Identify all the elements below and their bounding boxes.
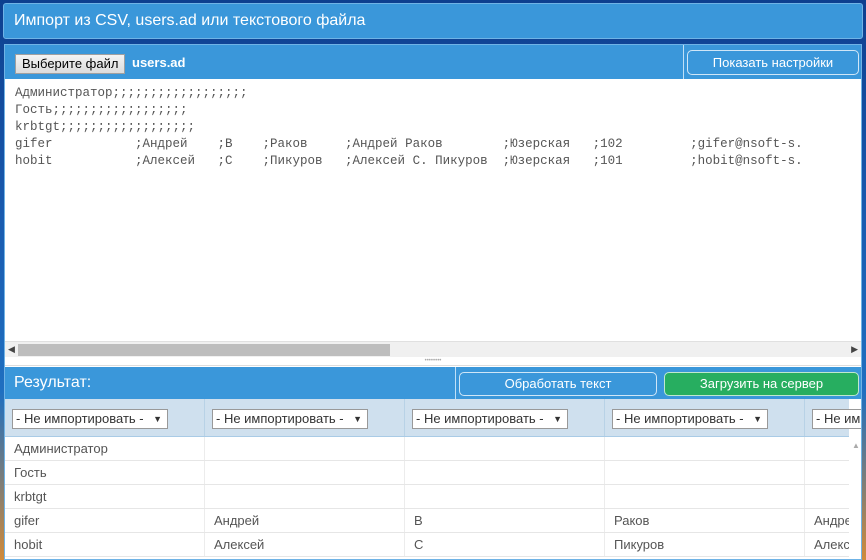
- divider: [455, 367, 456, 399]
- table-cell: [205, 461, 405, 484]
- select-value: - Не импортировать -: [616, 411, 744, 426]
- select-value: - Не импортировать -: [16, 411, 144, 426]
- text-line: gifer ;Андрей ;В ;Раков ;Андрей Раков ;Ю…: [15, 137, 803, 151]
- table-cell: [405, 485, 605, 508]
- table-cell: Администратор: [5, 437, 205, 460]
- result-toolbar: Результат: Обработать текст Загрузить на…: [5, 367, 861, 399]
- column-type-select[interactable]: - Не импортировать - ▼: [612, 409, 768, 429]
- table-row: krbtgt: [5, 485, 849, 509]
- result-label: Результат:: [14, 374, 92, 391]
- table-cell: [605, 485, 805, 508]
- scroll-left-icon[interactable]: ◀: [8, 344, 15, 355]
- table-row: giferАндрейВРаковАндрей Раков: [5, 509, 861, 533]
- choose-file-button[interactable]: Выберите файл: [15, 54, 126, 74]
- table-cell: С: [405, 533, 605, 556]
- dropdown-arrow-icon: ▼: [353, 414, 362, 424]
- table-row: Администратор: [5, 437, 849, 461]
- column-header: - Не импортировать -▼: [805, 399, 861, 436]
- column-header: - Не импортировать - ▼: [5, 399, 205, 436]
- vertical-scrollbar[interactable]: ▲: [849, 437, 861, 559]
- text-line: hobit ;Алексей ;С ;Пикуров ;Алексей С. П…: [15, 154, 803, 168]
- scroll-right-icon[interactable]: ▶: [851, 344, 858, 355]
- source-text-area[interactable]: Администратор;;;;;;;;;;;;;;;;;; Гость;;;;…: [5, 79, 861, 341]
- column-type-select[interactable]: - Не импортировать - ▼: [212, 409, 368, 429]
- table-cell: Раков: [605, 509, 805, 532]
- table-cell: В: [405, 509, 605, 532]
- column-type-select[interactable]: - Не импортировать - ▼: [12, 409, 168, 429]
- text-line: Администратор;;;;;;;;;;;;;;;;;;: [15, 86, 248, 100]
- scroll-up-icon[interactable]: ▲: [852, 441, 860, 450]
- result-table: - Не импортировать - ▼ - Не импортировать …: [5, 399, 861, 557]
- column-mapping-row: - Не импортировать - ▼ - Не импортировать …: [5, 399, 861, 437]
- table-cell: [405, 461, 605, 484]
- table-cell: Гость: [5, 461, 205, 484]
- scrollbar-thumb[interactable]: [18, 344, 390, 356]
- import-panel: Выберите файл users.ad Показать настройк…: [4, 44, 862, 560]
- dropdown-arrow-icon: ▼: [753, 414, 762, 424]
- column-header: - Не импортировать - ▼: [605, 399, 805, 436]
- file-toolbar: Выберите файл users.ad Показать настройк…: [5, 45, 861, 79]
- process-text-button[interactable]: Обработать текст: [459, 372, 657, 396]
- table-cell: gifer: [5, 509, 205, 532]
- file-name: users.ad: [132, 55, 186, 70]
- horizontal-scrollbar[interactable]: ◀ ▶: [5, 341, 861, 357]
- column-header: - Не импортировать - ▼: [405, 399, 605, 436]
- table-cell: [205, 485, 405, 508]
- text-line: krbtgt;;;;;;;;;;;;;;;;;;: [15, 120, 196, 134]
- dropdown-arrow-icon: ▼: [553, 414, 562, 424]
- table-cell: [205, 437, 405, 460]
- table-cell: krbtgt: [5, 485, 205, 508]
- resize-grip-icon[interactable]: ••••••••: [5, 357, 861, 366]
- select-value: - Не импортировать -: [416, 411, 544, 426]
- show-settings-button[interactable]: Показать настройки: [687, 50, 859, 75]
- table-cell: Андрей: [205, 509, 405, 532]
- select-value: - Не импортировать -: [216, 411, 344, 426]
- table-cell: Пикуров: [605, 533, 805, 556]
- text-line: Гость;;;;;;;;;;;;;;;;;;: [15, 103, 188, 117]
- table-row: Гость: [5, 461, 849, 485]
- dropdown-arrow-icon: ▼: [153, 414, 162, 424]
- dialog-title: Импорт из CSV, users.ad или текстового ф…: [3, 3, 863, 39]
- column-type-select[interactable]: - Не импортировать - ▼: [412, 409, 568, 429]
- column-header: - Не импортировать - ▼: [205, 399, 405, 436]
- divider: [683, 45, 684, 79]
- table-cell: [605, 461, 805, 484]
- table-row: hobitАлексейСПикуровАлексей С. Пикуров: [5, 533, 861, 557]
- table-cell: hobit: [5, 533, 205, 556]
- table-cell: Алексей: [205, 533, 405, 556]
- table-cell: [605, 437, 805, 460]
- table-cell: [405, 437, 605, 460]
- select-value: - Не импортировать -: [816, 411, 861, 426]
- upload-to-server-button[interactable]: Загрузить на сервер: [664, 372, 859, 396]
- column-type-select[interactable]: - Не импортировать -▼: [812, 409, 861, 429]
